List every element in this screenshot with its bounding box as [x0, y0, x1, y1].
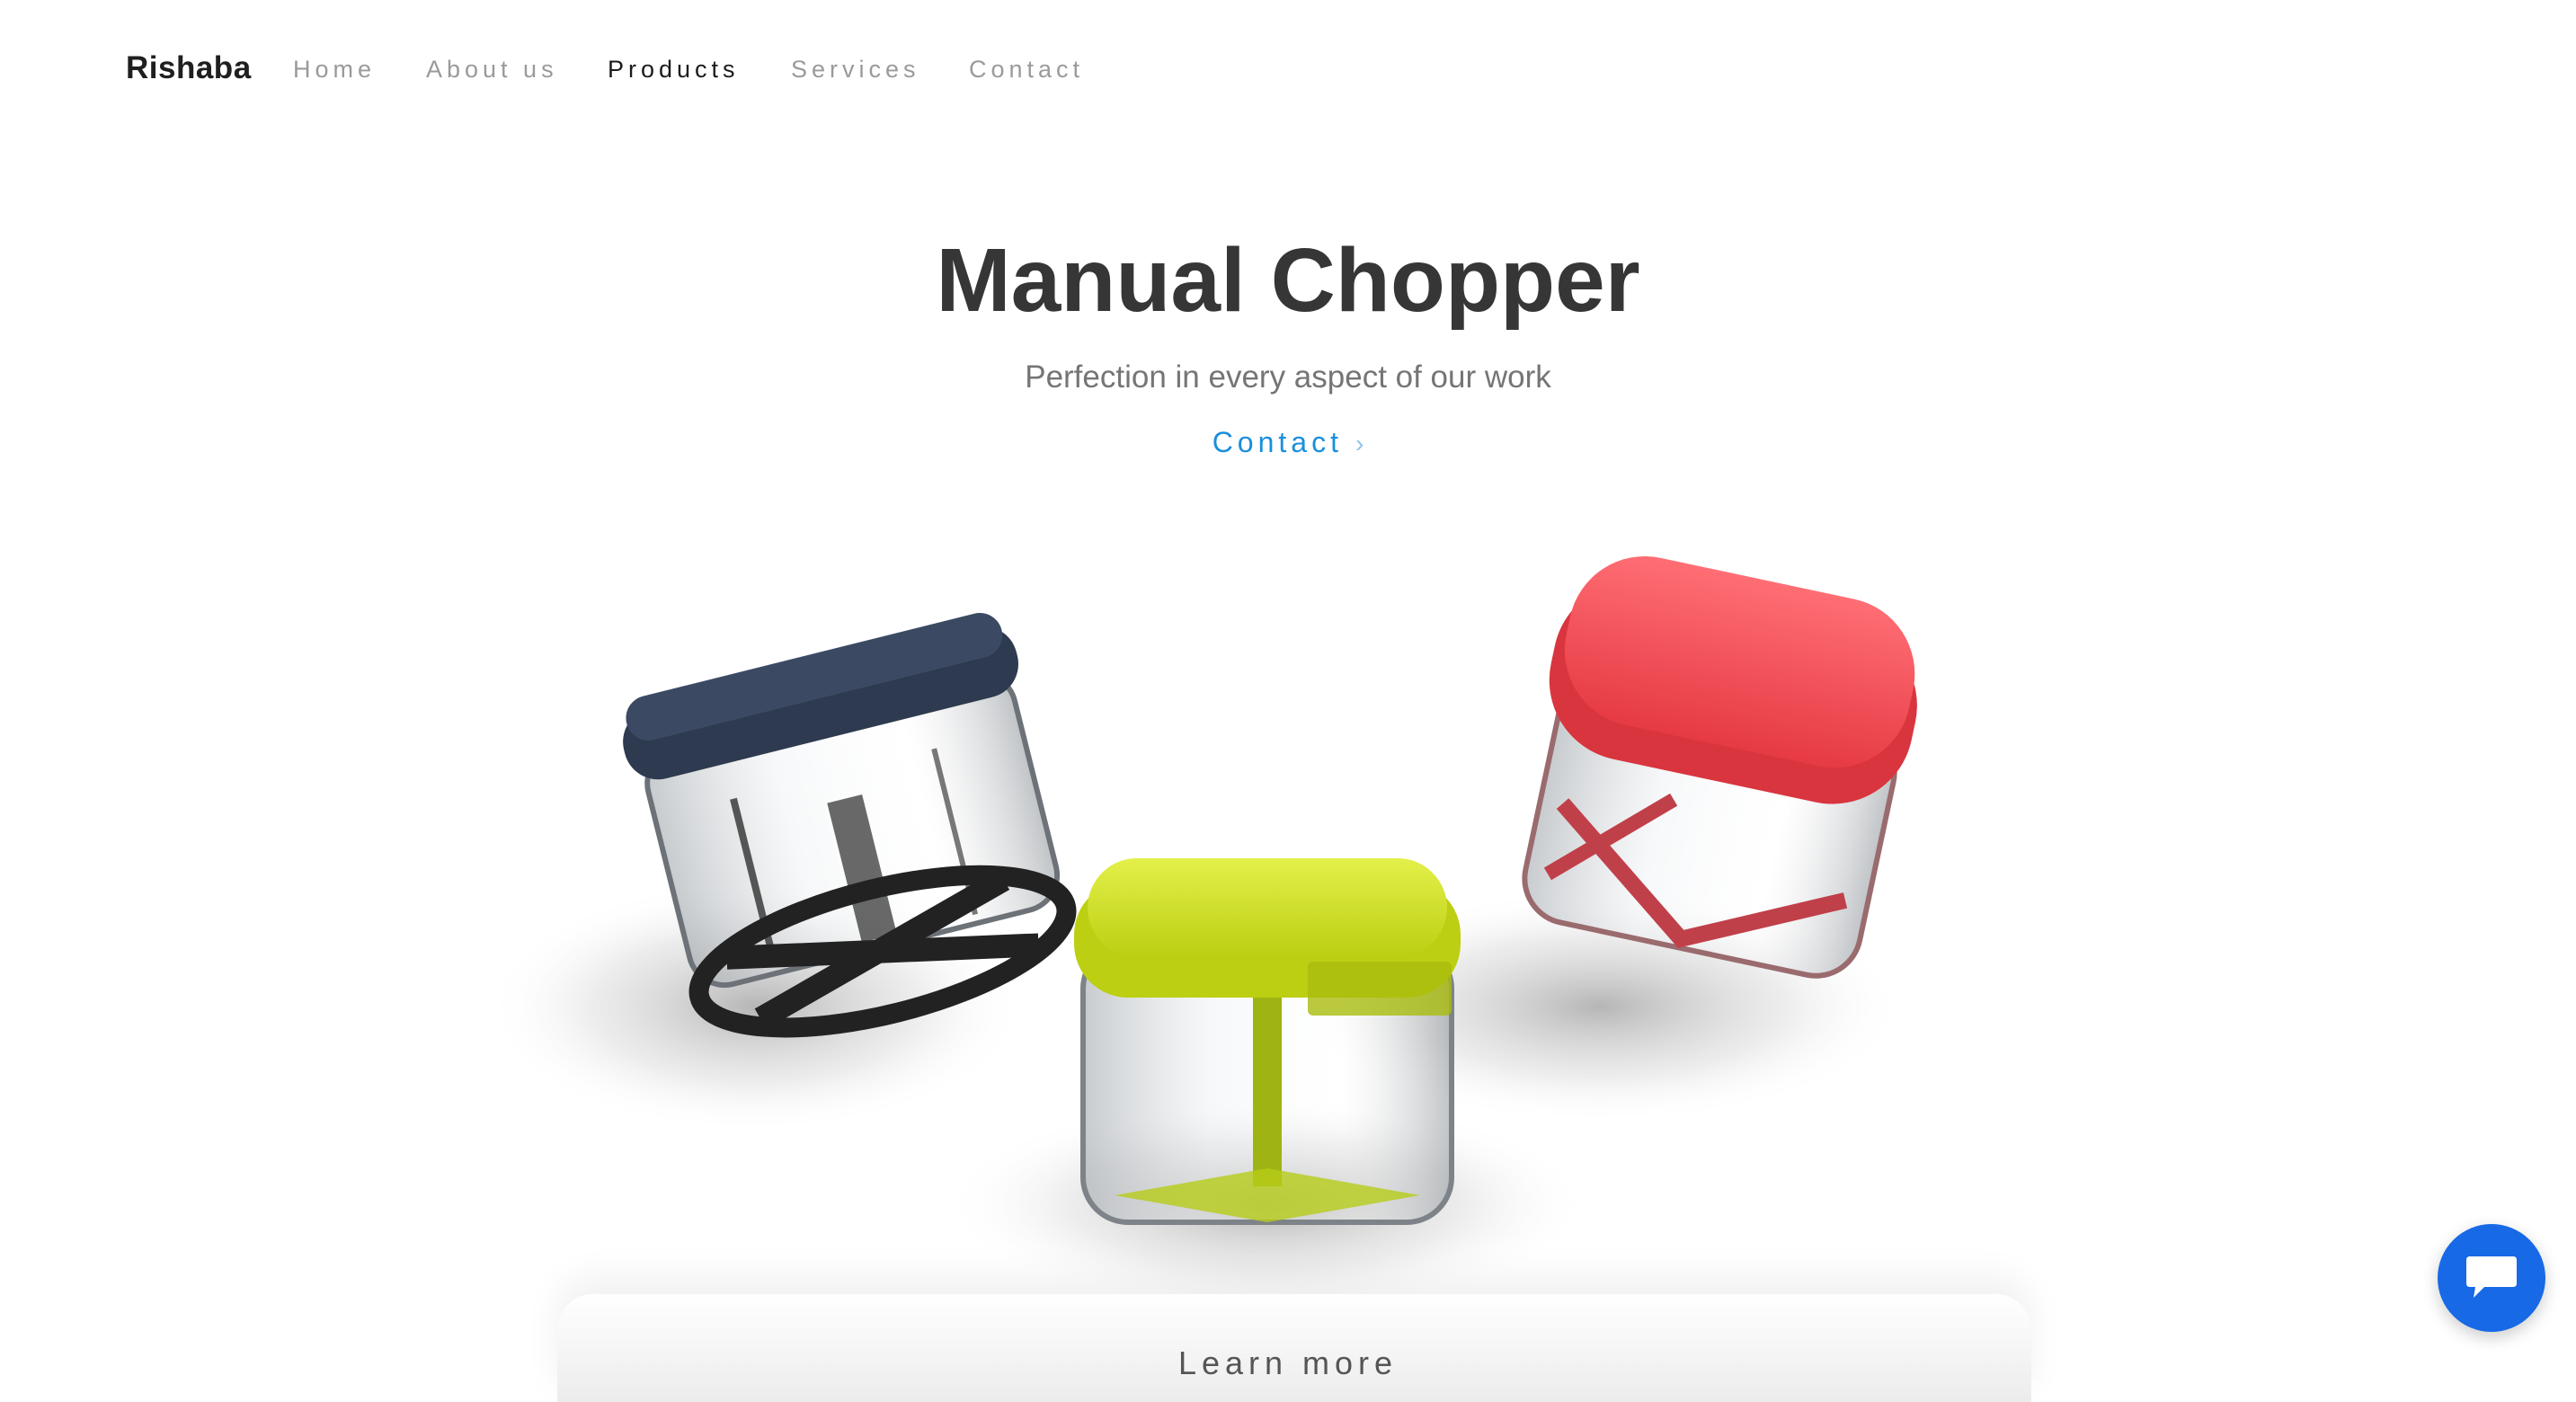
chopper-red: [1522, 555, 1917, 979]
hero-contact-label: Contact: [1212, 426, 1343, 458]
nav-link-home[interactable]: Home: [293, 56, 376, 84]
nav-link-contact[interactable]: Contact: [969, 56, 1084, 84]
learn-more-link[interactable]: Learn more: [0, 1344, 2576, 1382]
nav-link-about-us[interactable]: About us: [426, 56, 558, 84]
brand-logo[interactable]: Rishaba: [126, 50, 252, 86]
chat-button[interactable]: [2438, 1224, 2545, 1332]
hero-subtitle: Perfection in every aspect of our work: [1025, 359, 1551, 395]
top-navigation: Rishaba Home About us Products Services …: [0, 0, 2576, 135]
chat-bubble-icon: [2466, 1256, 2517, 1298]
chevron-right-icon: ›: [1355, 430, 1364, 457]
chopper-lime: [1074, 858, 1461, 1225]
nav-link-services[interactable]: Services: [791, 56, 920, 84]
page-title: Manual Chopper: [936, 230, 1640, 331]
nav-link-products[interactable]: Products: [608, 56, 740, 84]
hero-contact-link[interactable]: Contact ›: [0, 426, 2576, 459]
product-image: [485, 503, 2094, 1312]
